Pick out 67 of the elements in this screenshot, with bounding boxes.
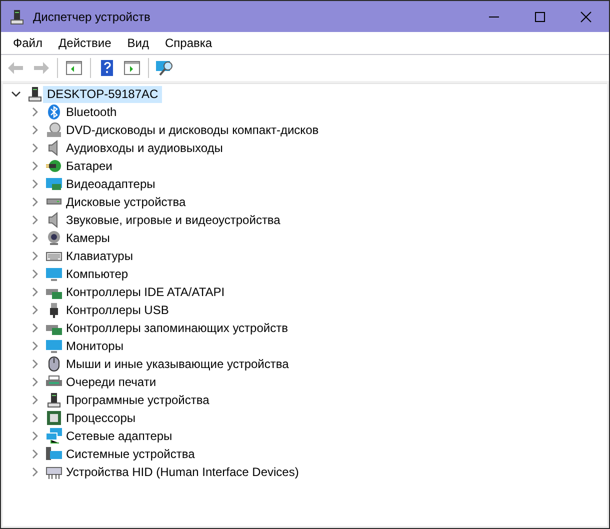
- expand-chevron-icon[interactable]: [30, 323, 40, 333]
- tree-item[interactable]: Дисковые устройства: [62, 194, 190, 210]
- tree-item[interactable]: Контроллеры IDE ATA/ATAPI: [62, 284, 229, 300]
- tree-item[interactable]: Процессоры: [62, 410, 140, 426]
- tree-item[interactable]: DESKTOP-59187AC: [43, 86, 162, 102]
- system-icon: [46, 446, 62, 462]
- menu-item[interactable]: Действие: [50, 34, 120, 52]
- expand-chevron-icon[interactable]: [30, 107, 40, 117]
- computer-tower-icon: [27, 86, 43, 102]
- collapse-chevron-icon[interactable]: [11, 89, 21, 99]
- tree-item[interactable]: DVD-дисководы и дисководы компакт-дисков: [62, 122, 323, 138]
- tree-item[interactable]: Контроллеры USB: [62, 302, 173, 318]
- tree-item[interactable]: Очереди печати: [62, 374, 160, 390]
- expand-chevron-icon[interactable]: [30, 449, 40, 459]
- expand-chevron-icon[interactable]: [30, 431, 40, 441]
- tree-item[interactable]: Камеры: [62, 230, 114, 246]
- computer-tower-icon: [9, 8, 25, 24]
- tree-item[interactable]: Видеоадаптеры: [62, 176, 160, 192]
- expand-chevron-icon[interactable]: [30, 305, 40, 315]
- tree-item[interactable]: Аудиовходы и аудиовыходы: [62, 140, 227, 156]
- expand-chevron-icon[interactable]: [30, 341, 40, 351]
- tree-item[interactable]: Bluetooth: [62, 104, 121, 120]
- expand-chevron-icon[interactable]: [30, 269, 40, 279]
- expand-chevron-icon[interactable]: [30, 197, 40, 207]
- webcam-icon: [46, 230, 62, 246]
- close-icon: [580, 10, 592, 22]
- expand-chevron-icon[interactable]: [30, 413, 40, 423]
- expand-chevron-icon[interactable]: [30, 395, 40, 405]
- disk-drive-icon: [46, 197, 62, 206]
- monitor-icon: [46, 338, 62, 354]
- tree-item[interactable]: Контроллеры запоминающих устройств: [62, 320, 292, 336]
- tree-item[interactable]: Мониторы: [62, 338, 128, 354]
- expand-chevron-icon[interactable]: [30, 125, 40, 135]
- expand-chevron-icon[interactable]: [30, 467, 40, 477]
- disc-drive-icon: [46, 122, 62, 138]
- maximize-icon: [534, 10, 546, 22]
- menu-item[interactable]: Справка: [157, 34, 220, 52]
- tree-item[interactable]: Компьютер: [62, 266, 132, 282]
- tree-item[interactable]: Клавиатуры: [62, 248, 137, 264]
- tree-item[interactable]: Мыши и иные указывающие устройства: [62, 356, 293, 372]
- tree-item[interactable]: Системные устройства: [62, 446, 199, 462]
- tree-item[interactable]: Сетевые адаптеры: [62, 428, 176, 444]
- expand-chevron-icon[interactable]: [30, 377, 40, 387]
- expand-chevron-icon[interactable]: [30, 251, 40, 261]
- tree-item[interactable]: Батареи: [62, 158, 116, 174]
- expand-chevron-icon[interactable]: [30, 179, 40, 189]
- display-adapter-icon: [46, 176, 62, 192]
- processor-icon: [46, 410, 62, 426]
- window-title: Диспетчер устройств: [33, 10, 152, 24]
- expand-chevron-icon[interactable]: [30, 359, 40, 369]
- network-icon: [46, 428, 62, 444]
- monitor-icon: [46, 266, 62, 282]
- expand-chevron-icon[interactable]: [30, 287, 40, 297]
- computer-tower-icon: [46, 392, 62, 408]
- expand-chevron-icon[interactable]: [30, 233, 40, 243]
- input-device-icon: [46, 464, 62, 480]
- tree-item[interactable]: Звуковые, игровые и видеоустройства: [62, 212, 284, 228]
- tree-item[interactable]: Программные устройства: [62, 392, 214, 408]
- menu-item[interactable]: Вид: [119, 34, 157, 52]
- battery-plug-icon: [46, 158, 62, 174]
- expand-chevron-icon[interactable]: [30, 143, 40, 153]
- mouse-icon: [46, 356, 62, 372]
- menu-item[interactable]: Файл: [5, 34, 51, 52]
- bluetooth-icon: [46, 104, 62, 120]
- expand-chevron-icon[interactable]: [30, 215, 40, 225]
- expand-chevron-icon[interactable]: [30, 161, 40, 171]
- tree-item[interactable]: Устройства HID (Human Interface Devices): [62, 464, 303, 480]
